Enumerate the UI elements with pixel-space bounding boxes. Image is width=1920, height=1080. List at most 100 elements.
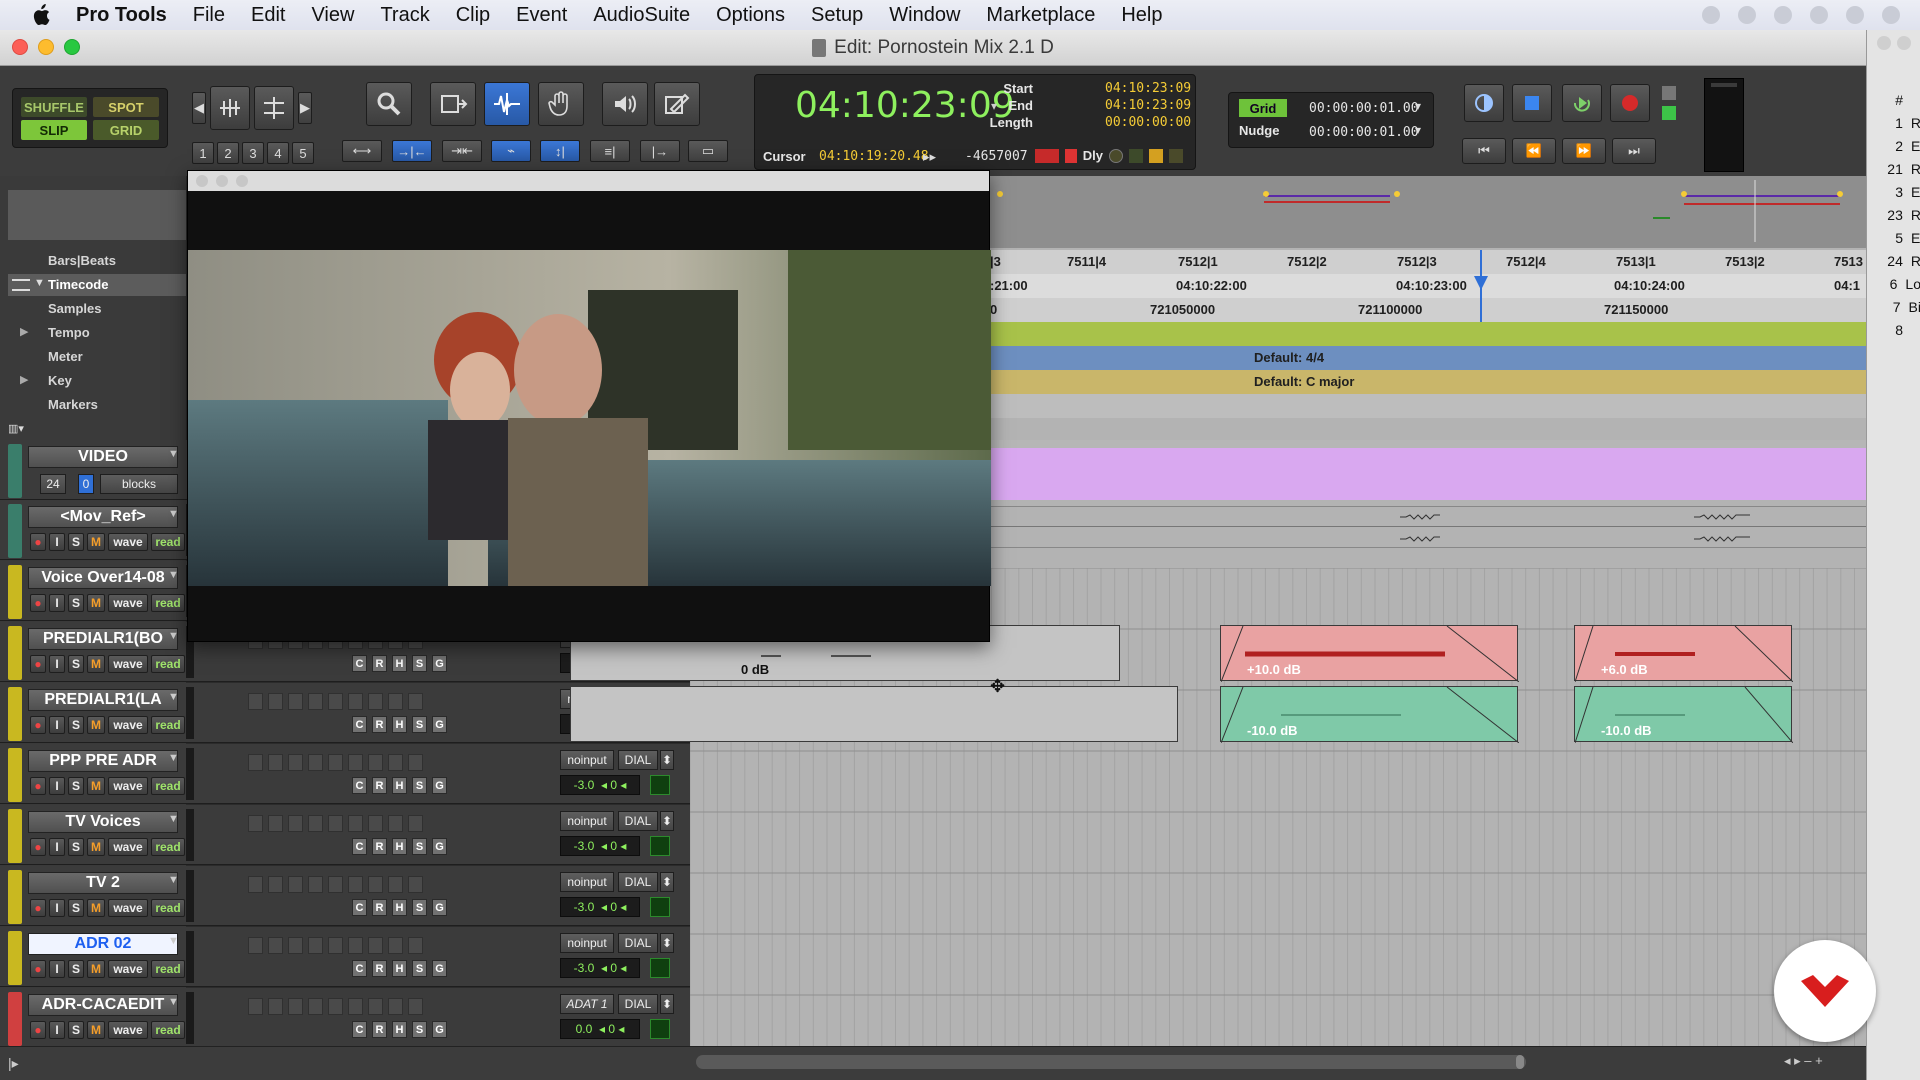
- rewind-icon[interactable]: ⏪: [1512, 138, 1556, 164]
- insert-slot[interactable]: [388, 998, 403, 1015]
- track-view-select[interactable]: wave: [108, 960, 149, 978]
- mute-button[interactable]: M: [87, 899, 106, 917]
- expand-icon[interactable]: ▶: [20, 325, 28, 338]
- track-view-select[interactable]: wave: [108, 899, 149, 917]
- grid-mode-button[interactable]: GRID: [93, 120, 159, 140]
- insert-slot[interactable]: [268, 937, 283, 954]
- keyboard-focus-icon[interactable]: |→: [640, 140, 680, 162]
- record-enable-button[interactable]: ●: [30, 594, 46, 612]
- send-letter[interactable]: C: [352, 1021, 367, 1038]
- insert-slot[interactable]: [408, 998, 423, 1015]
- video-view-select[interactable]: blocks: [100, 474, 178, 494]
- insert-slot[interactable]: [248, 754, 263, 771]
- minimize-icon[interactable]: [216, 175, 228, 187]
- link-track-edit-icon[interactable]: ⌁: [491, 140, 531, 162]
- mute-button[interactable]: M: [87, 838, 106, 856]
- scroll-thumb[interactable]: [1516, 1055, 1524, 1069]
- mirror-midi-icon[interactable]: ≡|: [590, 140, 630, 162]
- horizontal-zoom-icon[interactable]: [210, 86, 250, 130]
- send-letter[interactable]: G: [432, 1021, 447, 1038]
- dropdown-icon[interactable]: ▼: [168, 448, 179, 460]
- record-enable-button[interactable]: ●: [30, 1021, 46, 1039]
- expand-icon[interactable]: ▼: [34, 277, 45, 289]
- red-indicator-icon[interactable]: [1065, 149, 1077, 163]
- dropdown-icon[interactable]: ▼: [168, 874, 179, 886]
- track-name[interactable]: ADR-CACAEDIT: [28, 994, 178, 1016]
- insert-slot[interactable]: [328, 693, 343, 710]
- send-letter[interactable]: G: [432, 838, 447, 855]
- panel-zoom-icon[interactable]: [1897, 36, 1911, 50]
- grid-dropdown-icon[interactable]: ▾: [1415, 99, 1421, 113]
- send-letter[interactable]: H: [392, 777, 407, 794]
- track-name[interactable]: TV Voices: [28, 811, 178, 833]
- tracklist-toggle-icon[interactable]: |▸: [8, 1055, 19, 1072]
- zoom-out-arrow[interactable]: ◀: [192, 92, 206, 124]
- insert-slot[interactable]: [348, 815, 363, 832]
- return-to-zero-icon[interactable]: ⏮: [1462, 138, 1506, 164]
- insert-slot[interactable]: [408, 937, 423, 954]
- input-monitor-button[interactable]: I: [49, 716, 65, 734]
- nudge-label[interactable]: Nudge: [1239, 123, 1287, 138]
- mute-button[interactable]: M: [87, 655, 106, 673]
- close-icon[interactable]: [196, 175, 208, 187]
- record-enable-button[interactable]: ●: [30, 655, 46, 673]
- audio-clip[interactable]: [570, 686, 1178, 742]
- track-view-select[interactable]: wave: [108, 533, 149, 551]
- go-to-end-icon[interactable]: ⏭: [1612, 138, 1656, 164]
- insert-slot[interactable]: [308, 937, 323, 954]
- insert-slot[interactable]: [408, 754, 423, 771]
- ruler-bars-beats[interactable]: Bars|Beats: [8, 250, 186, 272]
- insert-slot[interactable]: [328, 998, 343, 1015]
- menu-view[interactable]: View: [311, 4, 354, 27]
- shuffle-mode-button[interactable]: SHUFFLE: [21, 97, 87, 117]
- track-view-select[interactable]: wave: [108, 716, 149, 734]
- track-name[interactable]: VIDEO: [28, 446, 178, 468]
- grid-value[interactable]: 00:00:00:01.00: [1309, 101, 1419, 116]
- insert-slot[interactable]: [348, 998, 363, 1015]
- send-letter[interactable]: R: [372, 960, 387, 977]
- dropdown-icon[interactable]: ▼: [168, 996, 179, 1008]
- ruler-samples[interactable]: Samples: [8, 298, 186, 320]
- input-monitor-button[interactable]: I: [49, 594, 65, 612]
- insert-slot[interactable]: [348, 754, 363, 771]
- list-item[interactable]: 1R: [1867, 115, 1920, 137]
- insert-slot[interactable]: [288, 754, 303, 771]
- video-online-button[interactable]: 0: [78, 474, 94, 494]
- record-enable-button[interactable]: ●: [30, 960, 46, 978]
- fast-forward-icon[interactable]: ⏩: [1562, 138, 1606, 164]
- status-icon[interactable]: [1738, 6, 1756, 24]
- output-dropdown-icon[interactable]: ⬍: [660, 750, 674, 770]
- list-item[interactable]: 8: [1867, 322, 1920, 344]
- list-item[interactable]: 24 R: [1867, 253, 1920, 275]
- automation-mode-select[interactable]: read: [151, 533, 186, 551]
- zoom-icon[interactable]: [236, 175, 248, 187]
- zoom-preset-3[interactable]: 3: [242, 142, 264, 164]
- send-letter[interactable]: H: [392, 1021, 407, 1038]
- ruler-key[interactable]: ▶ Key: [8, 370, 186, 392]
- input-monitor-button[interactable]: I: [49, 899, 65, 917]
- insert-slot[interactable]: [308, 998, 323, 1015]
- indicator-icon[interactable]: [1149, 149, 1163, 163]
- track-name[interactable]: <Mov_Ref>: [28, 506, 178, 528]
- ruler-markers[interactable]: Markers: [8, 394, 186, 416]
- status-icon[interactable]: [1810, 6, 1828, 24]
- dropdown-icon[interactable]: ▼: [168, 813, 179, 825]
- scrubber-tool-icon[interactable]: [602, 82, 648, 126]
- automation-mode-select[interactable]: read: [151, 838, 186, 856]
- send-letter[interactable]: C: [352, 777, 367, 794]
- insert-slot[interactable]: [388, 693, 403, 710]
- send-letter[interactable]: H: [392, 716, 407, 733]
- record-enable-button[interactable]: ●: [30, 533, 46, 551]
- track-name[interactable]: ADR 02: [28, 933, 178, 955]
- insert-slot[interactable]: [288, 876, 303, 893]
- output-select[interactable]: DIAL: [618, 872, 658, 892]
- insert-slot[interactable]: [288, 815, 303, 832]
- track-name[interactable]: PPP PRE ADR: [28, 750, 178, 772]
- insert-slot[interactable]: [328, 754, 343, 771]
- audio-clip-red[interactable]: +6.0 dB: [1574, 625, 1793, 682]
- menu-help[interactable]: Help: [1121, 4, 1162, 27]
- tab-to-transients-icon[interactable]: →|←: [392, 140, 432, 162]
- insert-slot[interactable]: [268, 815, 283, 832]
- expand-icon[interactable]: ▶: [20, 373, 28, 386]
- insert-slot[interactable]: [268, 876, 283, 893]
